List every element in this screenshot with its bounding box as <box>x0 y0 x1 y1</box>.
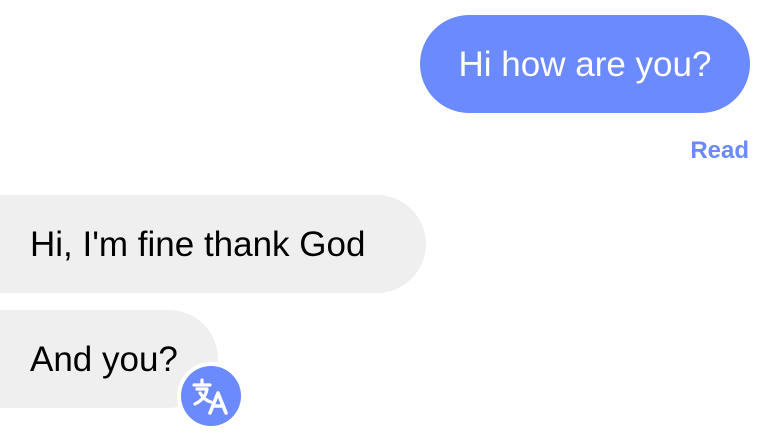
translate-icon-circle <box>181 366 241 426</box>
chat-thread: Hi how are you? Read Hi, I'm fine thank … <box>0 0 773 439</box>
sent-message-text: Hi how are you? <box>458 44 712 84</box>
received-message-text: Hi, I'm fine thank God <box>30 224 366 264</box>
sent-message-bubble[interactable]: Hi how are you? <box>420 15 750 113</box>
translate-button[interactable] <box>177 362 245 430</box>
received-message-text: And you? <box>30 339 178 379</box>
read-receipt: Read <box>690 137 749 164</box>
received-message-bubble[interactable]: Hi, I'm fine thank God <box>0 195 426 293</box>
translate-icon <box>192 378 228 415</box>
